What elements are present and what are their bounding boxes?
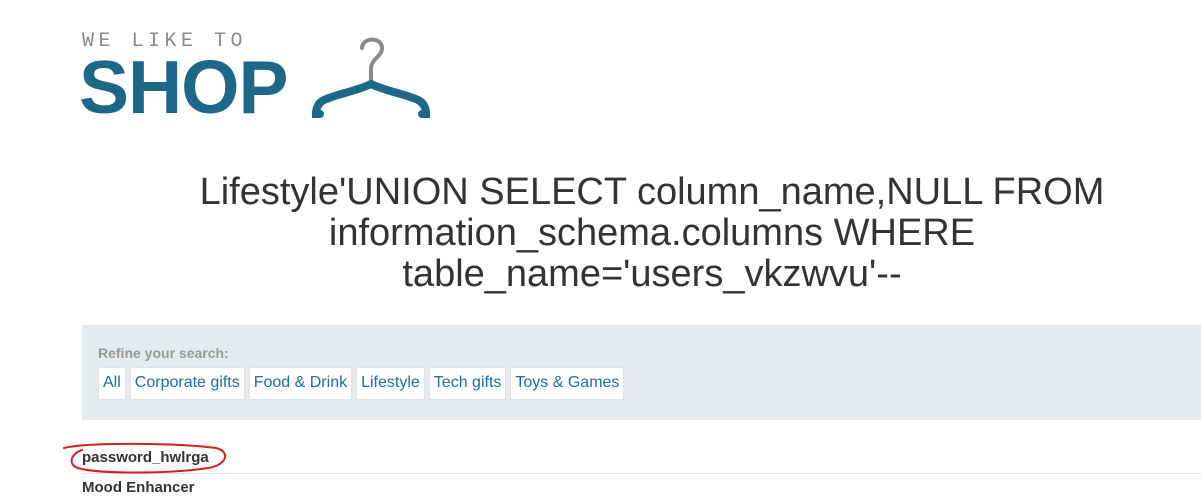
page-title: Lifestyle'UNION SELECT column_name,NULL … — [100, 172, 1201, 295]
filter-link-lifestyle[interactable]: Lifestyle — [356, 367, 425, 400]
result-row: Mood Enhancer — [82, 479, 1201, 496]
filter-links: All Corporate gifts Food & Drink Lifesty… — [98, 367, 625, 400]
filter-link-all[interactable]: All — [98, 367, 126, 400]
logo-word: SHOP — [79, 45, 289, 129]
filter-panel: Refine your search: All Corporate gifts … — [82, 325, 1201, 420]
result-name: password_hwlrga — [82, 449, 209, 466]
filter-link-toys-games[interactable]: Toys & Games — [510, 367, 625, 400]
filter-link-food-drink[interactable]: Food & Drink — [248, 367, 353, 400]
title-line-3: table_name='users_vkzwvu'-- — [402, 253, 902, 295]
shop-logo[interactable]: WE LIKE TO SHOP — [79, 28, 442, 129]
result-row: password_hwlrga — [82, 449, 1201, 474]
filter-link-tech-gifts[interactable]: Tech gifts — [428, 367, 507, 400]
filter-label: Refine your search: — [98, 345, 229, 361]
result-name: Mood Enhancer — [82, 479, 195, 496]
title-line-1: Lifestyle'UNION SELECT column_name,NULL … — [199, 171, 1105, 213]
hanger-icon — [311, 37, 431, 118]
title-line-2: information_schema.columns WHERE — [328, 212, 976, 254]
page: WE LIKE TO SHOP Lifestyle'UNION SELECT c… — [0, 0, 1201, 501]
filter-link-corporate-gifts[interactable]: Corporate gifts — [129, 367, 245, 400]
